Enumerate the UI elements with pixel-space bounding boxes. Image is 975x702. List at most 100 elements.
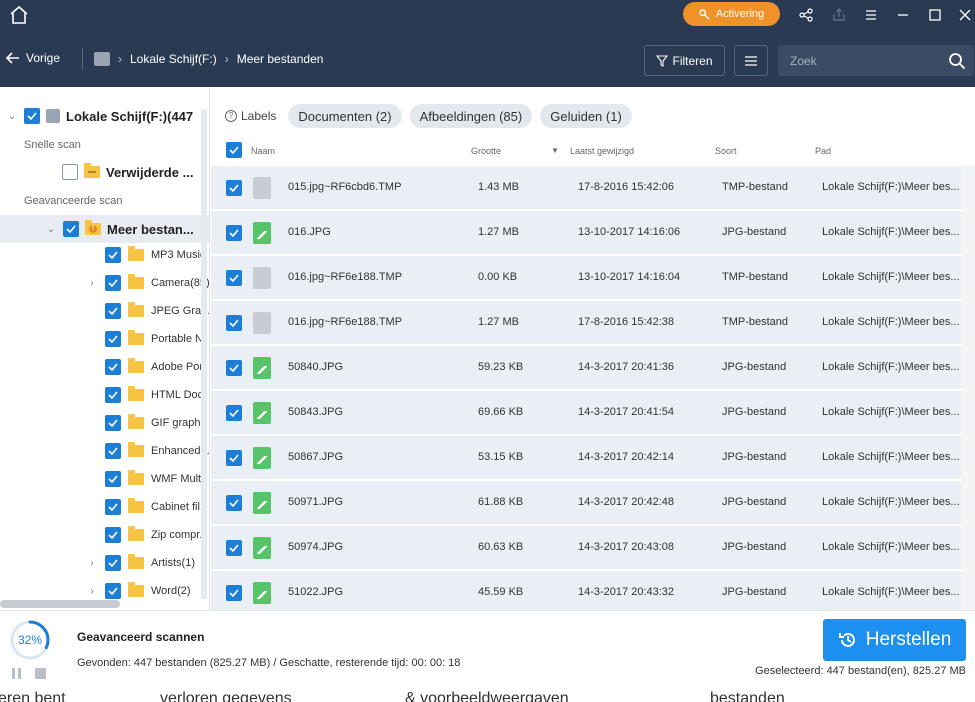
tree-horizontal-scrollbar[interactable] — [0, 600, 120, 608]
table-row[interactable]: 50867.JPG 53.15 KB 14-3-2017 20:42:14 JPG-b… — [211, 436, 961, 480]
tree-item[interactable]: WMF Mult. — [86, 465, 204, 493]
checkbox[interactable] — [105, 443, 121, 459]
breadcrumb-folder[interactable]: Meer bestanden — [237, 52, 324, 66]
column-path[interactable]: Pad — [815, 146, 831, 156]
table-row[interactable]: 015.jpg~RF6cbd6.TMP 1.43 MB 17-8-2016 15:4… — [211, 166, 961, 210]
checkbox[interactable] — [105, 527, 121, 543]
chip-documents[interactable]: Documenten (2) — [288, 104, 402, 128]
tree-root[interactable]: ⌄ Lokale Schijf(F:)(447 — [6, 102, 193, 130]
table-row[interactable]: 50971.JPG 61.88 KB 14-3-2017 20:42:48 JPG-b… — [211, 481, 961, 525]
search-icon[interactable] — [948, 52, 966, 70]
filter-button[interactable]: Filteren — [644, 45, 725, 76]
checkbox[interactable] — [62, 164, 78, 180]
minimize-icon[interactable] — [894, 6, 912, 24]
activate-button[interactable]: Activering — [683, 2, 780, 26]
file-size: 60.63 KB — [478, 541, 524, 553]
checkbox[interactable] — [105, 499, 121, 515]
chip-images[interactable]: Afbeeldingen (85) — [409, 104, 533, 128]
sort-desc-icon[interactable]: ▼ — [551, 146, 559, 155]
row-checkbox[interactable] — [226, 180, 242, 196]
folder-icon — [84, 163, 100, 178]
checkbox[interactable] — [105, 331, 121, 347]
chevron-right-icon[interactable]: › — [86, 586, 98, 597]
chevron-down-icon[interactable]: ⌄ — [45, 224, 57, 235]
share-icon[interactable] — [797, 6, 815, 24]
row-checkbox[interactable] — [226, 360, 242, 376]
maximize-icon[interactable] — [926, 6, 944, 24]
column-name[interactable]: Naam — [251, 146, 275, 156]
checkbox[interactable] — [24, 108, 40, 124]
table-row[interactable]: 016.jpg~RF6e188.TMP 1.27 MB 17-8-2016 15:4… — [211, 301, 961, 345]
tree-item[interactable]: Portable N. — [86, 325, 206, 353]
back-button[interactable]: Vorige — [6, 51, 60, 65]
tree-item[interactable]: HTML Doc. — [86, 381, 206, 409]
tree-item[interactable]: GIF graphi. — [86, 409, 206, 437]
chevron-down-icon[interactable]: ⌄ — [6, 111, 18, 122]
row-checkbox[interactable] — [226, 315, 242, 331]
row-checkbox[interactable] — [226, 540, 242, 556]
home-icon[interactable] — [8, 4, 30, 26]
select-all-checkbox[interactable] — [226, 142, 242, 158]
tree-item[interactable]: Adobe Por. — [86, 353, 205, 381]
chip-audio[interactable]: Geluiden (1) — [540, 104, 632, 128]
checkbox[interactable] — [105, 275, 121, 291]
tree-item[interactable]: Zip compr.. — [86, 521, 205, 549]
checkbox[interactable] — [105, 247, 121, 263]
row-checkbox[interactable] — [226, 495, 242, 511]
table-row[interactable]: 51022.JPG 45.59 KB 14-3-2017 20:43:32 JPG-b… — [211, 571, 961, 615]
file-type: JPG-bestand — [722, 451, 787, 463]
activate-label: Activering — [715, 8, 765, 20]
checkbox[interactable] — [105, 303, 121, 319]
export-icon[interactable] — [830, 6, 848, 24]
table-row[interactable]: 50974.JPG 60.63 KB 14-3-2017 20:43:08 JPG-b… — [211, 526, 961, 570]
table-row[interactable]: 016.JPG 1.27 MB 13-10-2017 14:16:06 JPG-bes… — [211, 211, 961, 255]
checkbox[interactable] — [105, 471, 121, 487]
labels-toggle[interactable]: ? Labels — [225, 109, 276, 123]
file-type: TMP-bestand — [722, 271, 789, 283]
file-type: TMP-bestand — [722, 181, 789, 193]
checkbox[interactable] — [63, 221, 79, 237]
tree-item[interactable]: JPEG Grap. — [86, 297, 209, 325]
close-icon[interactable] — [956, 6, 974, 24]
chevron-right-icon[interactable]: › — [86, 558, 98, 569]
row-checkbox[interactable] — [226, 450, 242, 466]
file-modified: 17-8-2016 15:42:06 — [578, 181, 675, 193]
restore-icon — [838, 632, 855, 647]
column-size[interactable]: Grootte — [471, 146, 501, 156]
stop-icon[interactable] — [35, 668, 46, 679]
row-checkbox[interactable] — [226, 405, 242, 421]
table-vertical-scrollbar[interactable] — [961, 165, 975, 610]
breadcrumb-drive[interactable]: Lokale Schijf(F:) — [130, 52, 217, 66]
tree-item-label: MP3 Music — [151, 249, 206, 261]
column-type[interactable]: Soort — [715, 146, 737, 156]
row-checkbox[interactable] — [226, 585, 242, 601]
recover-button[interactable]: Herstellen — [823, 619, 966, 661]
checkbox[interactable] — [105, 359, 121, 375]
search-input[interactable] — [778, 45, 938, 76]
checkbox[interactable] — [105, 555, 121, 571]
tree-item-label: Artists(1) — [151, 557, 195, 569]
checkbox[interactable] — [105, 387, 121, 403]
tree-item-deleted[interactable]: Verwijderde ... — [62, 158, 193, 186]
tree-item[interactable]: MP3 Music — [86, 241, 205, 269]
tree-item[interactable]: › Artists(1) — [86, 549, 195, 577]
tree-item-more-files[interactable]: ⌄ ! Meer bestan... — [45, 215, 194, 243]
tree-item-label: Verwijderde ... — [106, 164, 194, 180]
row-checkbox[interactable] — [226, 225, 242, 241]
chevron-right-icon[interactable]: › — [86, 278, 98, 289]
tree-vertical-scrollbar[interactable] — [201, 109, 207, 599]
row-checkbox[interactable] — [226, 270, 242, 286]
tree-item[interactable]: Cabinet fil. — [86, 493, 203, 521]
table-row[interactable]: 50840.JPG 59.23 KB 14-3-2017 20:41:36 JPG-b… — [211, 346, 961, 390]
file-size: 0.00 KB — [478, 271, 518, 283]
column-modified[interactable]: Laatst gewijzigd — [570, 146, 634, 156]
checkbox[interactable] — [105, 583, 121, 599]
pause-icon[interactable] — [12, 668, 21, 679]
tree-item[interactable]: Enhanced .. — [86, 437, 209, 465]
table-row[interactable]: 50843.JPG 69.66 KB 14-3-2017 20:41:54 JPG-b… — [211, 391, 961, 435]
menu-icon[interactable] — [862, 6, 880, 24]
tree-item[interactable]: › Camera(85) — [86, 269, 209, 297]
table-row[interactable]: 016.jpg~RF6e188.TMP 0.00 KB 13-10-2017 14:… — [211, 256, 961, 300]
checkbox[interactable] — [105, 415, 121, 431]
view-menu-button[interactable] — [734, 45, 768, 76]
